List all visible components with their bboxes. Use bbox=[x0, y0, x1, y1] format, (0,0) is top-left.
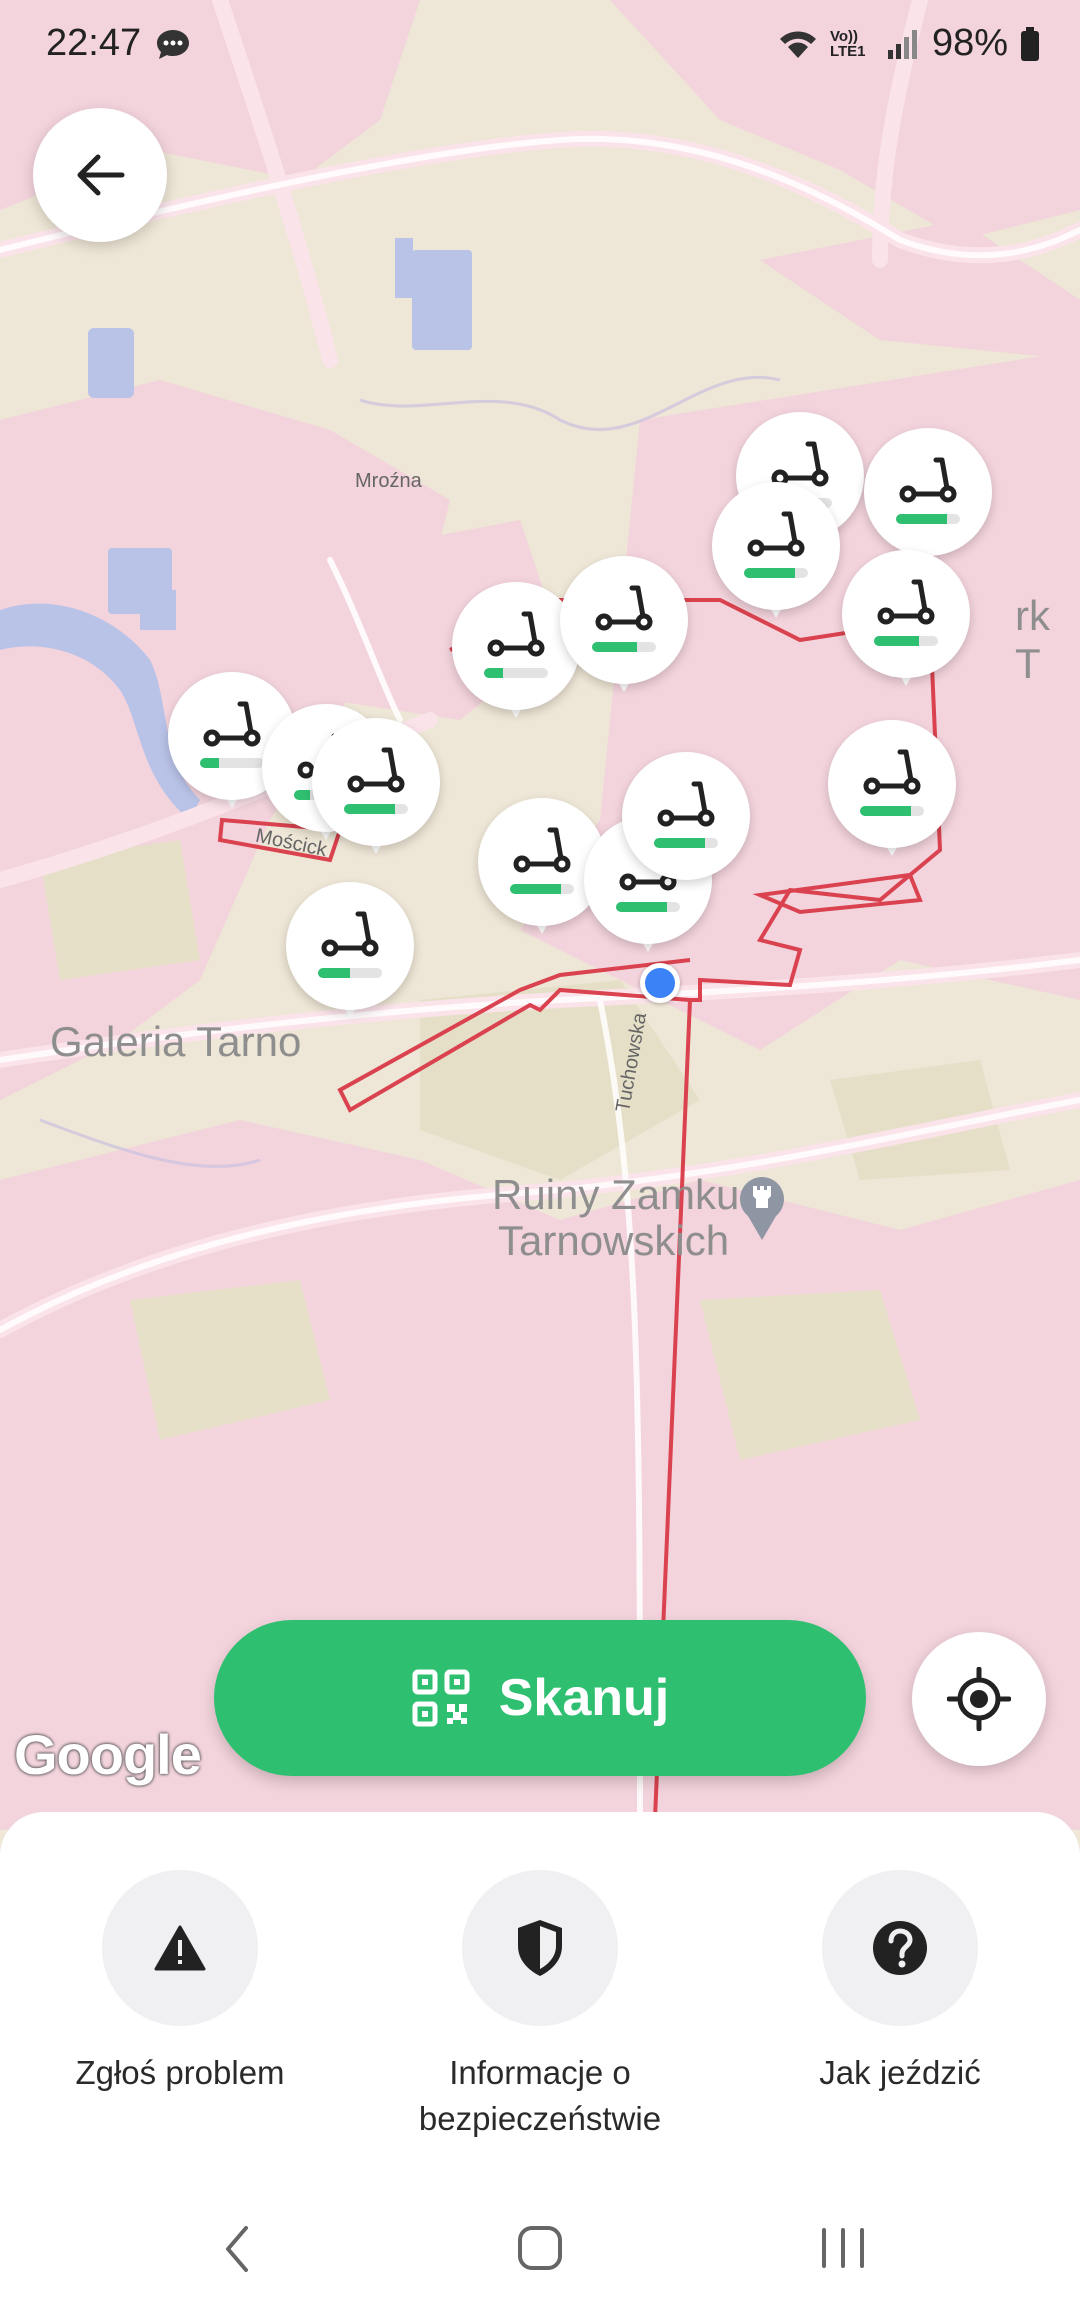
battery-level-bar bbox=[744, 568, 808, 578]
battery-level-bar bbox=[484, 668, 548, 678]
safety-info-circle[interactable] bbox=[462, 1870, 618, 2026]
qr-code-icon bbox=[412, 1669, 470, 1727]
scan-button-label: Skanuj bbox=[498, 1669, 670, 1727]
how-to-ride-action[interactable]: Jak jeździć bbox=[720, 1870, 1080, 2096]
safety-info-action[interactable]: Informacje o bezpieczeństwie bbox=[360, 1870, 720, 2142]
message-icon bbox=[157, 30, 189, 59]
scan-button[interactable]: Skanuj bbox=[214, 1620, 866, 1776]
status-bar: 22:47 Vo)) LTE1 98% bbox=[0, 0, 1080, 90]
arrow-left-icon bbox=[77, 154, 125, 196]
shield-icon bbox=[518, 1920, 562, 1976]
nav-back-icon[interactable] bbox=[222, 2224, 252, 2274]
battery-level-bar bbox=[318, 968, 382, 978]
user-location-dot bbox=[640, 963, 680, 1003]
my-location-button[interactable] bbox=[912, 1632, 1046, 1766]
map-view[interactable]: Mroźna Mościck Galeria Tarno Tuchowska R… bbox=[0, 0, 1080, 1830]
wifi-icon bbox=[779, 31, 816, 58]
report-problem-action[interactable]: Zgłoś problem bbox=[0, 1870, 360, 2096]
battery-level-bar bbox=[616, 902, 680, 912]
nav-recents-icon[interactable] bbox=[818, 2224, 868, 2272]
place-label-galeria: Galeria Tarno bbox=[50, 1018, 302, 1065]
how-to-ride-label: Jak jeździć bbox=[819, 2054, 981, 2091]
crosshair-icon bbox=[947, 1667, 1011, 1731]
place-label-ruiny-1: Ruiny Zamku bbox=[492, 1171, 740, 1218]
signal-icon bbox=[887, 29, 917, 59]
report-problem-circle[interactable] bbox=[102, 1870, 258, 2026]
safety-info-label: Informacje o bezpieczeństwie bbox=[418, 2054, 662, 2137]
place-label-park: rk T bbox=[1015, 592, 1050, 687]
battery-level-bar bbox=[592, 642, 656, 652]
question-icon bbox=[873, 1921, 927, 1975]
scooter-pin[interactable] bbox=[286, 882, 414, 1030]
google-logo: Google bbox=[14, 1723, 202, 1786]
battery-level-bar bbox=[860, 806, 924, 816]
system-nav-bar bbox=[0, 2200, 1080, 2316]
place-label-ruiny-2: Tarnowskich bbox=[498, 1217, 730, 1264]
battery-percent: 98% bbox=[931, 22, 1008, 64]
battery-level-bar bbox=[896, 514, 960, 524]
warning-icon bbox=[154, 1925, 206, 1971]
street-label-mrozna: Mroźna bbox=[355, 470, 422, 492]
status-time: 22:47 bbox=[46, 22, 142, 64]
castle-poi-icon[interactable] bbox=[738, 1172, 786, 1247]
scooter-pin[interactable] bbox=[842, 550, 970, 698]
report-problem-label: Zgłoś problem bbox=[75, 2054, 285, 2091]
battery-level-bar bbox=[200, 758, 264, 768]
battery-level-bar bbox=[344, 804, 408, 814]
battery-icon bbox=[1021, 26, 1039, 61]
how-to-ride-circle[interactable] bbox=[822, 1870, 978, 2026]
scooter-pin[interactable] bbox=[712, 482, 840, 630]
scooter-pin[interactable] bbox=[560, 556, 688, 704]
scooter-pin[interactable] bbox=[312, 718, 440, 866]
network-type: Vo)) LTE1 bbox=[829, 27, 866, 60]
bottom-sheet: Zgłoś problem Informacje o bezpieczeństw… bbox=[0, 1812, 1080, 2316]
scooter-pin[interactable] bbox=[828, 720, 956, 868]
battery-level-bar bbox=[874, 636, 938, 646]
nav-home-icon[interactable] bbox=[516, 2224, 564, 2272]
back-button[interactable] bbox=[33, 108, 167, 242]
battery-level-bar bbox=[654, 838, 718, 848]
battery-level-bar bbox=[510, 884, 574, 894]
scooter-pin[interactable] bbox=[622, 752, 750, 900]
